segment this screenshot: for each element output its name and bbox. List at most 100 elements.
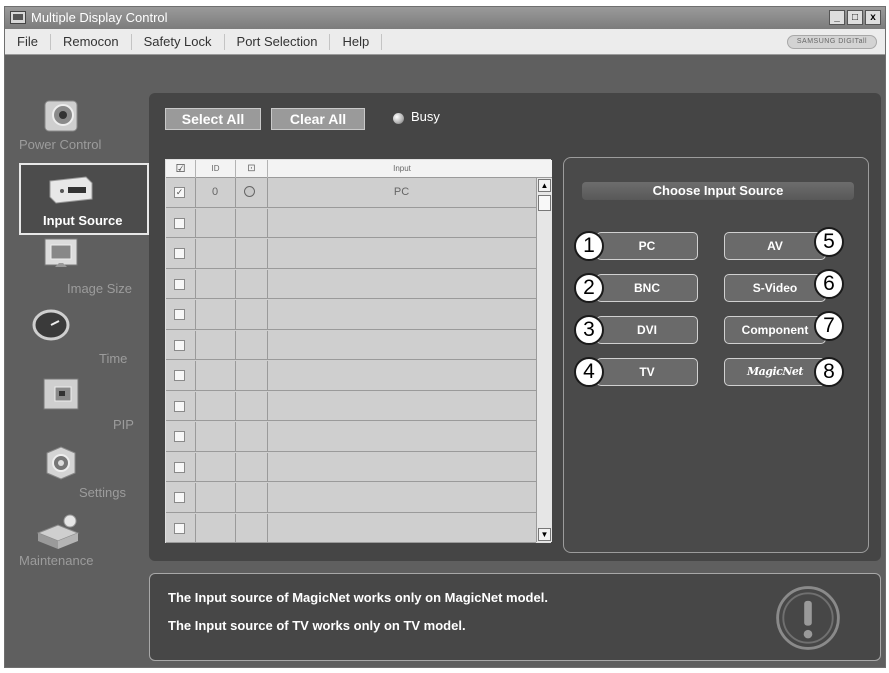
sidebar-item-label: Settings	[79, 485, 126, 500]
row-checkbox[interactable]	[174, 492, 185, 503]
panel-title: Choose Input Source	[582, 182, 854, 200]
table-row[interactable]	[166, 422, 536, 452]
menu-port-selection[interactable]: Port Selection	[225, 33, 331, 50]
row-status-cell	[236, 178, 268, 207]
close-button[interactable]: x	[865, 10, 881, 25]
row-select-cell	[166, 422, 196, 451]
row-status-cell	[236, 300, 268, 329]
row-select-cell	[166, 239, 196, 268]
status-indicator-icon	[244, 186, 255, 197]
row-input-cell: PC	[268, 178, 536, 207]
row-checkbox[interactable]	[174, 278, 185, 290]
sidebar-item-input-source[interactable]: Input Source	[19, 163, 149, 235]
table-row[interactable]	[166, 452, 536, 482]
row-status-cell	[236, 513, 268, 542]
sidebar-item-label: Maintenance	[19, 553, 94, 568]
row-input-cell	[268, 422, 536, 451]
scroll-down-icon[interactable]: ▼	[538, 528, 551, 541]
grid-body: ✓ 0 PC	[166, 178, 536, 544]
input-source-panel: Choose Input Source PC 1 BNC 2 DVI 3 TV …	[563, 157, 869, 553]
source-magicnet-button[interactable]: MagicNet	[724, 358, 826, 386]
row-select-cell	[166, 452, 196, 481]
menu-remocon[interactable]: Remocon	[51, 33, 132, 50]
row-checkbox[interactable]	[174, 248, 185, 259]
row-input-cell	[268, 270, 536, 299]
row-checkbox[interactable]: ✓	[174, 187, 185, 198]
row-checkbox[interactable]	[174, 217, 185, 229]
sidebar-item-label: Image Size	[67, 281, 133, 296]
table-row[interactable]	[166, 269, 536, 299]
row-status-cell	[236, 361, 268, 390]
sidebar-item-time[interactable]: Time	[19, 305, 149, 375]
table-row[interactable]	[166, 239, 536, 269]
table-row[interactable]	[166, 391, 536, 421]
table-row[interactable]	[166, 361, 536, 391]
badge-number: 3	[574, 315, 604, 345]
table-row[interactable]	[166, 483, 536, 513]
header-select-all-checkbox[interactable]: ☑	[166, 160, 196, 178]
table-row[interactable]	[166, 300, 536, 330]
sidebar-item-label: Time	[99, 351, 128, 366]
table-row[interactable]	[166, 208, 536, 238]
row-status-cell	[236, 269, 268, 298]
row-checkbox[interactable]	[174, 339, 185, 351]
row-id-cell	[196, 422, 236, 451]
row-status-cell	[236, 483, 268, 512]
source-av-button[interactable]: AV	[724, 232, 826, 260]
row-input-cell	[268, 514, 536, 543]
row-id-cell	[196, 208, 236, 237]
row-id-cell	[196, 330, 236, 359]
row-input-cell	[268, 392, 536, 421]
row-id-cell	[196, 513, 236, 542]
row-checkbox[interactable]	[174, 309, 185, 320]
source-s-video-button[interactable]: S-Video	[724, 274, 826, 302]
settings-icon	[46, 446, 76, 480]
badge-number: 6	[814, 269, 844, 299]
busy-indicator-icon	[393, 113, 404, 124]
row-checkbox[interactable]	[174, 431, 185, 442]
app-icon	[10, 11, 26, 24]
row-checkbox[interactable]	[174, 400, 185, 412]
row-select-cell	[166, 513, 196, 542]
header-input: Input	[393, 164, 411, 173]
row-id-cell	[196, 452, 236, 481]
scroll-thumb[interactable]	[538, 195, 551, 211]
table-row[interactable]	[166, 513, 536, 543]
row-status-cell	[236, 330, 268, 359]
header-status-icon: ⊡	[236, 160, 268, 178]
source-tv-button[interactable]: TV	[596, 358, 698, 386]
sidebar-item-maintenance[interactable]: Maintenance	[19, 511, 149, 581]
menu-safety-lock[interactable]: Safety Lock	[132, 33, 225, 50]
row-input-cell	[268, 361, 536, 390]
sidebar-item-pip[interactable]: PIP	[19, 375, 149, 445]
source-dvi-button[interactable]: DVI	[596, 316, 698, 344]
row-input-cell	[268, 453, 536, 482]
app-window: Multiple Display Control _ □ x File Remo…	[4, 6, 886, 668]
source-bnc-button[interactable]: BNC	[596, 274, 698, 302]
minimize-button[interactable]: _	[829, 10, 845, 25]
scroll-up-icon[interactable]: ▲	[538, 179, 551, 192]
row-id-cell	[196, 483, 236, 512]
menu-help[interactable]: Help	[330, 33, 383, 50]
clear-all-button[interactable]: Clear All	[271, 108, 365, 130]
row-input: PC	[393, 186, 410, 198]
select-all-button[interactable]: Select All	[165, 108, 261, 130]
row-checkbox[interactable]	[174, 370, 185, 381]
table-row[interactable]: ✓ 0 PC	[166, 178, 536, 208]
row-checkbox[interactable]	[174, 461, 185, 473]
menu-file[interactable]: File	[5, 33, 51, 50]
table-row[interactable]	[166, 330, 536, 360]
row-status-cell	[236, 208, 268, 237]
source-pc-button[interactable]: PC	[596, 232, 698, 260]
grid-header: ☑ ID ⊡ Input	[166, 160, 552, 178]
row-select-cell	[166, 208, 196, 237]
sidebar-item-power-control[interactable]: Power Control	[19, 95, 149, 165]
source-component-button[interactable]: Component	[724, 316, 826, 344]
row-checkbox[interactable]	[174, 522, 185, 534]
menu-bar: File Remocon Safety Lock Port Selection …	[5, 29, 885, 55]
grid-scrollbar[interactable]: ▲ ▼	[536, 178, 552, 542]
sidebar-item-settings[interactable]: Settings	[19, 443, 149, 513]
power-control-icon	[44, 100, 78, 132]
sidebar-item-image-size[interactable]: Image Size	[19, 235, 149, 305]
maximize-button[interactable]: □	[847, 10, 863, 25]
